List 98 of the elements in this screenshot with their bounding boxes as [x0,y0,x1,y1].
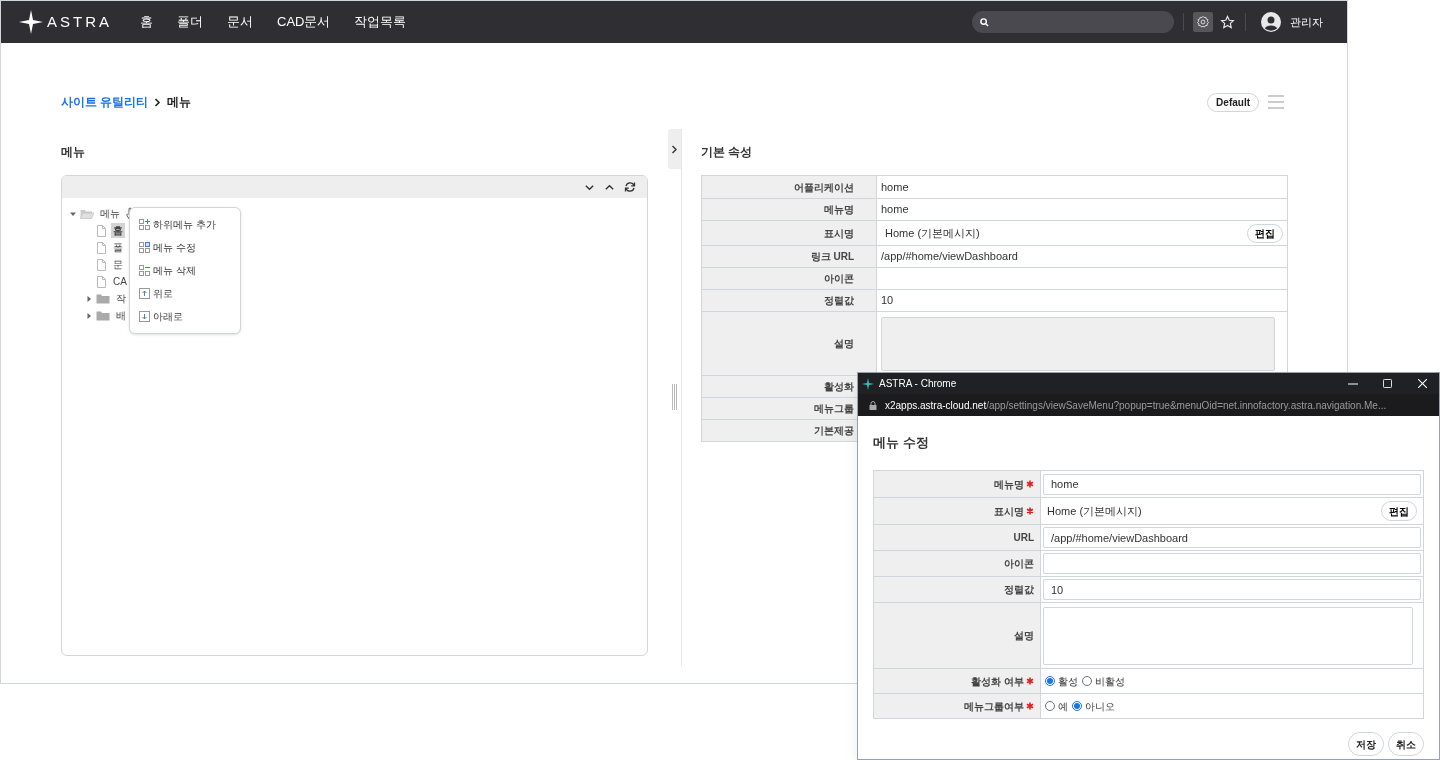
tree-item[interactable]: CA [111,274,129,289]
field-label: 정렬값 [702,290,877,311]
text-input[interactable]: home [1043,473,1421,495]
resize-handle[interactable] [672,384,677,410]
refresh-icon[interactable] [624,181,636,193]
field-label: 메뉴명 [994,477,1024,492]
field-value: Home (기본메시지) [885,225,980,241]
collapsed-arrow-icon[interactable] [86,295,92,302]
field-value: 10 [881,293,894,309]
avatar-icon[interactable] [1261,12,1281,32]
edit-button[interactable]: 편집 [1247,223,1283,243]
breadcrumb-link[interactable]: 사이트 유틸리티 [61,93,149,111]
tree-item[interactable]: 폴 [111,240,125,255]
radio-button[interactable] [1045,676,1055,686]
down-arrow-icon [139,310,150,322]
field-value: home [881,202,909,218]
text-input[interactable]: /app/#home/viewDashboard [1043,527,1421,548]
panel-title: 메뉴 [61,144,85,161]
nav-link[interactable]: 작업목록 [354,12,407,32]
field-label: 아이콘 [1004,557,1034,571]
chevron-right-icon [154,97,162,107]
field-label: 정렬값 [1004,583,1034,597]
context-menu-item[interactable]: 메뉴 수정 [153,239,196,255]
search-icon [980,17,989,27]
radio-label: 비활성 [1095,674,1125,689]
expanded-arrow-icon[interactable] [70,210,76,217]
logo-text: ASTRA [47,11,112,32]
context-menu-item[interactable]: 위로 [153,285,173,301]
field-label: 아이콘 [702,268,877,289]
required-icon [1026,702,1034,710]
chevron-right-icon [671,144,678,154]
required-icon [1026,677,1034,685]
text-input[interactable]: 10 [1043,579,1421,600]
field-value: home [881,179,909,195]
nav-link[interactable]: 문서 [227,12,253,32]
panel-title: 기본 속성 [701,144,753,161]
logo-icon [19,10,43,34]
up-arrow-icon [139,287,150,299]
star-icon[interactable] [1220,14,1235,30]
lock-icon [869,400,877,410]
tree-item[interactable]: 배 [114,308,128,323]
radio-label: 아니오 [1085,699,1115,714]
logo-icon [862,377,874,390]
file-icon [96,241,107,254]
tree-item[interactable]: 홈 [111,223,125,238]
field-value: Home (기본메시지) [1047,503,1142,519]
radio-button[interactable] [1072,701,1082,711]
panel-toggle-button[interactable] [668,129,681,169]
maximize-icon[interactable] [1383,379,1392,388]
user-name[interactable]: 관리자 [1290,13,1323,31]
settings-button[interactable] [1193,12,1213,32]
breadcrumb-current: 메뉴 [167,94,192,111]
field-label: 어플리케이션 [702,176,877,198]
search-field[interactable] [972,11,1174,33]
add-submenu-icon [139,218,150,230]
delete-menu-icon [139,264,150,276]
tree-item[interactable]: 메뉴 [98,206,122,221]
nav-link[interactable]: 폴더 [177,12,203,32]
close-icon[interactable] [1418,379,1427,388]
description-field[interactable] [1043,606,1413,665]
page-url[interactable]: x2apps.astra-cloud.net/app/settings/viewSaveMenu?popup=true&menuOid=net.innofactory.astra.navigation.Me... [885,397,1387,413]
file-icon [96,275,107,288]
dialog-button[interactable]: 취소 [1388,732,1424,756]
field-label: URL [1013,531,1034,545]
edit-menu-icon [139,241,150,253]
required-icon [1026,507,1034,515]
required-icon [1026,480,1034,488]
file-icon [96,258,107,271]
context-menu-item[interactable]: 하위메뉴 추가 [153,216,216,232]
field-label: 메뉴명 [702,199,877,220]
context-menu-item[interactable]: 메뉴 삭제 [153,262,196,278]
folder-icon [96,293,110,304]
radio-label: 예 [1058,699,1068,714]
collapsed-arrow-icon[interactable] [86,312,92,319]
field-label: 설명 [702,312,877,375]
folder-icon [80,208,94,219]
dialog-button[interactable]: 저장 [1348,732,1384,756]
field-label: 설명 [1014,629,1034,643]
text-input[interactable] [1043,553,1421,574]
field-label: 표시명 [702,221,877,245]
field-label: 링크 URL [702,246,877,267]
file-icon [96,224,107,237]
window-title: ASTRA - Chrome [879,377,957,391]
context-menu-item[interactable]: 아래로 [153,308,183,324]
radio-label: 활성 [1058,674,1078,689]
field-value: /app/#home/viewDashboard [881,249,1018,265]
folder-icon [96,310,110,321]
radio-button[interactable] [1045,701,1055,711]
tree-item[interactable]: 작 [114,291,128,306]
field-label: 활성화 여부 [971,674,1024,689]
tree-item[interactable]: 문 [111,257,125,272]
radio-button[interactable] [1082,676,1092,686]
nav-link[interactable]: 홈 [140,12,153,32]
settings-icon [1196,15,1210,29]
edit-button[interactable]: 편집 [1381,501,1417,521]
field-label: 표시명 [994,504,1024,519]
nav-link[interactable]: CAD문서 [277,12,331,32]
field-label: 메뉴그룹여부 [964,699,1024,714]
